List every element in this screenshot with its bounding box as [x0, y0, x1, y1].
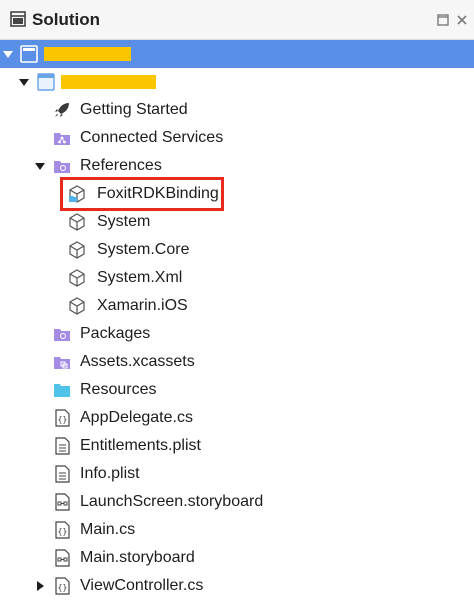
tree-item-solution[interactable] — [0, 40, 474, 68]
assembly-cube-icon — [69, 241, 85, 259]
tree-item-file[interactable]: LaunchScreen.storyboard — [0, 488, 474, 516]
svg-text:{}: {} — [58, 583, 68, 592]
references-folder-icon — [54, 161, 70, 173]
tree-item-label: LaunchScreen.storyboard — [80, 493, 264, 510]
tree-item-label: System — [97, 213, 151, 230]
tree-item-label: Xamarin.iOS — [97, 297, 188, 314]
tree-item-connected-services[interactable]: Connected Services — [0, 124, 474, 152]
solution-pad: Solution Getting Started Connected Servi… — [0, 0, 474, 612]
tree-item-references[interactable]: References — [0, 152, 474, 180]
plist-file-icon — [55, 437, 70, 455]
tree-item-file[interactable]: {} ViewController.cs — [0, 572, 474, 600]
close-pad-icon[interactable] — [456, 14, 468, 26]
chevron-down-icon[interactable] — [3, 49, 13, 59]
tree-item-label: Packages — [80, 325, 151, 342]
tree-item-project[interactable] — [0, 68, 474, 96]
tree-item-label: Entitlements.plist — [80, 437, 201, 454]
tree-item-label: System.Xml — [97, 269, 183, 286]
tree-item-getting-started[interactable]: Getting Started — [0, 96, 474, 124]
chevron-down-icon[interactable] — [19, 77, 29, 87]
tree-item-reference[interactable]: System — [0, 208, 474, 236]
tree-item-file[interactable]: Main.storyboard — [0, 544, 474, 572]
tree-item-file[interactable]: {} AppDelegate.cs — [0, 404, 474, 432]
rocket-icon — [55, 103, 69, 117]
tree-item-resources[interactable]: Resources — [0, 376, 474, 404]
tree-item-reference[interactable]: System.Xml — [0, 264, 474, 292]
tree-item-label: System.Core — [97, 241, 190, 258]
chevron-right-icon[interactable] — [35, 581, 45, 591]
packages-folder-icon — [54, 329, 70, 341]
solution-pad-header: Solution — [0, 0, 474, 40]
csharp-file-icon: {} — [55, 577, 70, 595]
redacted-project-name — [61, 75, 156, 89]
svg-text:{}: {} — [58, 527, 68, 536]
maximize-pad-icon[interactable] — [437, 14, 449, 26]
tree-item-label: Main.cs — [80, 521, 136, 538]
redacted-solution-name — [44, 47, 131, 61]
assembly-cube-icon — [69, 297, 85, 315]
csharp-file-icon: {} — [55, 409, 70, 427]
assembly-cube-icon — [69, 213, 85, 231]
project-icon — [37, 73, 55, 91]
solution-icon — [20, 45, 38, 63]
storyboard-file-icon — [55, 549, 70, 567]
folder-icon — [54, 384, 70, 397]
tree-item-label: Getting Started — [80, 101, 188, 118]
tree-item-label: AppDelegate.cs — [80, 409, 193, 426]
tree-item-file[interactable]: {} Main.cs — [0, 516, 474, 544]
connected-services-folder-icon — [54, 133, 70, 145]
plist-file-icon — [55, 465, 70, 483]
asset-catalog-folder-icon — [54, 357, 70, 369]
tree-item-label: Main.storyboard — [80, 549, 195, 566]
tree-item-label: ViewController.cs — [80, 577, 204, 594]
storyboard-file-icon — [55, 493, 70, 511]
tree-item-assets[interactable]: Assets.xcassets — [0, 348, 474, 376]
tree-item-reference[interactable]: System.Core — [0, 236, 474, 264]
svg-text:{}: {} — [58, 415, 68, 424]
tree-item-file[interactable]: Info.plist — [0, 460, 474, 488]
solution-pad-icon — [10, 11, 26, 27]
tree-item-label: Info.plist — [80, 465, 140, 482]
tree-item-reference[interactable]: Xamarin.iOS — [0, 292, 474, 320]
assembly-cube-icon — [69, 269, 85, 287]
tree-item-label: Connected Services — [80, 129, 224, 146]
chevron-down-icon[interactable] — [35, 161, 45, 171]
highlight-annotation-box — [60, 177, 224, 211]
solution-pad-title: Solution — [32, 10, 100, 29]
tree-item-packages[interactable]: Packages — [0, 320, 474, 348]
tree-item-label: Resources — [80, 381, 157, 398]
tree-item-file[interactable]: Entitlements.plist — [0, 432, 474, 460]
tree-item-label: Assets.xcassets — [80, 353, 195, 370]
tree-item-label: References — [80, 157, 162, 174]
csharp-file-icon: {} — [55, 521, 70, 539]
